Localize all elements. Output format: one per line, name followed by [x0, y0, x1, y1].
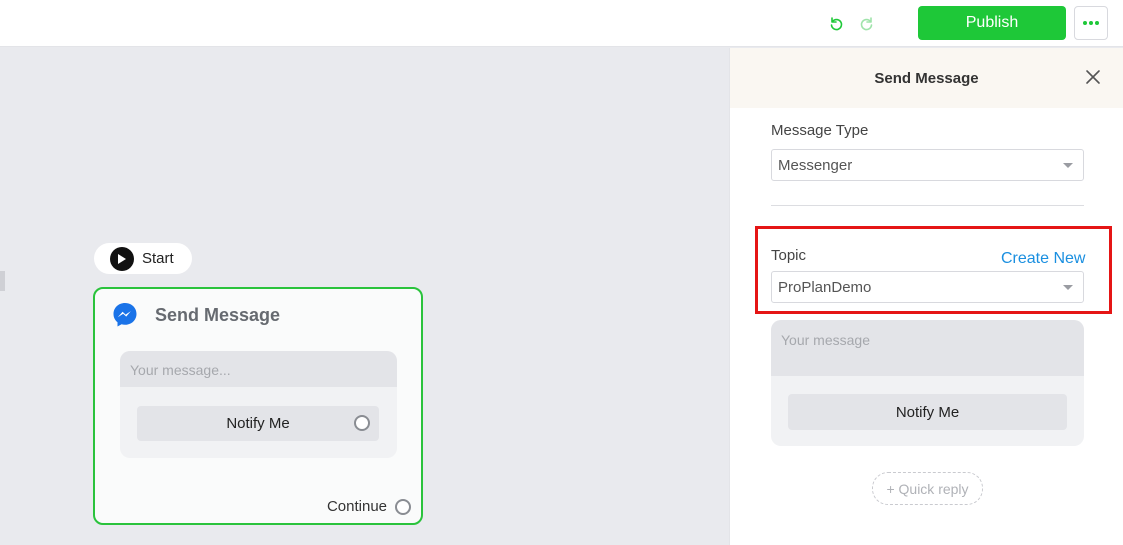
chevron-down-icon [1063, 285, 1073, 290]
panel-message-box[interactable]: Your message Notify Me [771, 320, 1084, 446]
chevron-down-icon [1063, 163, 1073, 168]
settings-panel: Send Message Message Type Messenger Topi… [729, 48, 1123, 545]
panel-notify-button[interactable]: Notify Me [788, 394, 1067, 430]
node-notify-label: Notify Me [226, 415, 290, 432]
message-type-label: Message Type [771, 122, 869, 139]
node-notify-connector[interactable] [354, 415, 370, 431]
redo-button[interactable] [856, 12, 878, 34]
send-message-node[interactable]: Send Message Your message... Notify Me C… [93, 287, 423, 525]
publish-button[interactable]: Publish [918, 6, 1066, 40]
panel-title: Send Message [874, 69, 979, 87]
continue-connector[interactable] [395, 498, 411, 515]
create-new-topic-link[interactable]: Create New [1001, 250, 1085, 268]
quick-reply-button[interactable]: + Quick reply [872, 472, 983, 505]
continue-label: Continue [326, 498, 387, 515]
topic-select[interactable]: ProPlanDemo [771, 271, 1084, 303]
divider [771, 205, 1084, 206]
undo-icon [830, 17, 843, 31]
undo-button[interactable] [825, 12, 847, 34]
panel-header: Send Message [730, 48, 1123, 108]
start-node[interactable]: Start [94, 243, 192, 274]
canvas-resize-handle[interactable] [0, 271, 5, 291]
node-message-placeholder[interactable]: Your message... [120, 351, 397, 387]
node-title: Send Message [155, 304, 281, 325]
panel-message-input[interactable]: Your message [771, 320, 1084, 376]
node-message-box[interactable]: Your message... Notify Me [120, 351, 397, 458]
start-label: Start [142, 250, 174, 267]
topic-value: ProPlanDemo [778, 278, 872, 296]
message-type-value: Messenger [778, 156, 853, 174]
more-options-button[interactable] [1074, 6, 1108, 40]
more-dots-icon [1083, 21, 1087, 25]
node-continue: Continue [327, 498, 411, 515]
node-header: Send Message [111, 301, 280, 329]
redo-icon [860, 17, 873, 31]
node-notify-button[interactable]: Notify Me [137, 406, 379, 441]
close-icon[interactable] [1085, 69, 1101, 85]
play-icon [110, 246, 134, 271]
top-toolbar: Publish [0, 0, 1123, 47]
message-type-select[interactable]: Messenger [771, 149, 1084, 181]
messenger-icon [113, 303, 137, 327]
topic-label: Topic [771, 247, 807, 264]
